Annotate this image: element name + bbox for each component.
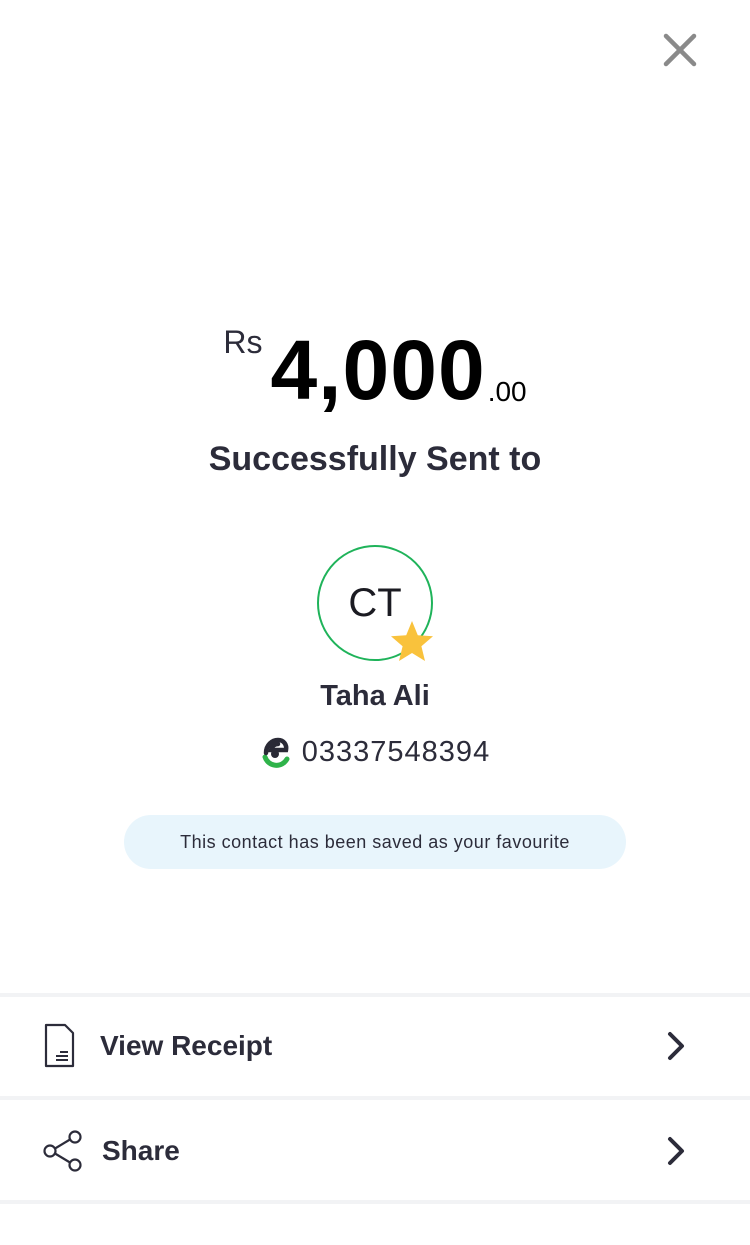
view-receipt-button[interactable]: View Receipt (0, 997, 750, 1095)
favourite-saved-banner: This contact has been saved as your favo… (124, 815, 626, 869)
share-label: Share (102, 1135, 180, 1166)
close-button[interactable] (658, 28, 702, 72)
divider (0, 1200, 750, 1204)
easypaisa-logo-icon (260, 737, 290, 769)
payment-success-screen: Rs 4,000 .00 Successfully Sent to CT Tah… (0, 0, 750, 1245)
recipient-phone-row: 03337548394 (0, 736, 750, 769)
view-receipt-label: View Receipt (100, 1030, 273, 1061)
currency-label: Rs (223, 324, 263, 360)
recipient-name: Taha Ali (320, 680, 430, 712)
favourite-banner-text: This contact has been saved as your favo… (180, 831, 570, 852)
close-icon (663, 33, 697, 67)
chevron-right-icon (660, 1026, 694, 1066)
amount-main: 4,000 (270, 323, 486, 417)
transfer-amount: Rs 4,000 .00 (0, 318, 750, 426)
share-icon (40, 1127, 88, 1175)
favourite-star-icon (388, 618, 436, 666)
recipient-phone-number: 03337548394 (301, 736, 491, 768)
amount-cents: .00 (487, 376, 527, 407)
divider (0, 1096, 750, 1100)
receipt-icon (40, 1022, 88, 1070)
status-title: Successfully Sent to (208, 440, 542, 478)
chevron-right-icon (660, 1131, 694, 1171)
share-button[interactable]: Share (0, 1102, 750, 1200)
